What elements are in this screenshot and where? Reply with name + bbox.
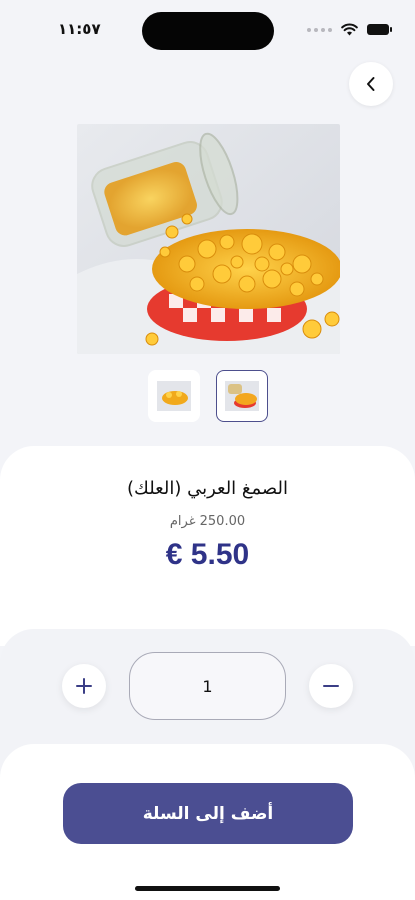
signal-icon <box>307 27 332 32</box>
increase-quantity-button[interactable] <box>62 664 106 708</box>
add-to-cart-button[interactable]: أضف إلى السلة <box>63 783 353 844</box>
thumbnail-2[interactable] <box>215 370 268 422</box>
product-price: € 5.50 <box>165 538 250 571</box>
status-icons <box>307 23 392 36</box>
image-thumbnails <box>0 370 415 422</box>
product-image <box>77 124 340 354</box>
status-time: ١١:٥٧ <box>58 20 101 38</box>
back-button[interactable] <box>349 62 393 106</box>
thumbnail-image <box>156 381 191 411</box>
thumbnail-image <box>224 381 259 411</box>
wifi-icon <box>341 23 358 36</box>
quantity-field[interactable]: 1 <box>129 652 286 720</box>
home-indicator <box>135 886 280 891</box>
decrease-quantity-button[interactable] <box>309 664 353 708</box>
thumbnail-1[interactable] <box>147 370 200 422</box>
product-name: الصمغ العربي (العلك) <box>127 478 288 499</box>
minus-icon <box>323 685 339 687</box>
battery-icon <box>367 24 392 35</box>
product-weight: 250.00 غرام <box>169 514 246 529</box>
plus-icon <box>76 678 92 694</box>
dynamic-island <box>142 12 274 50</box>
chevron-left-icon <box>367 77 375 91</box>
